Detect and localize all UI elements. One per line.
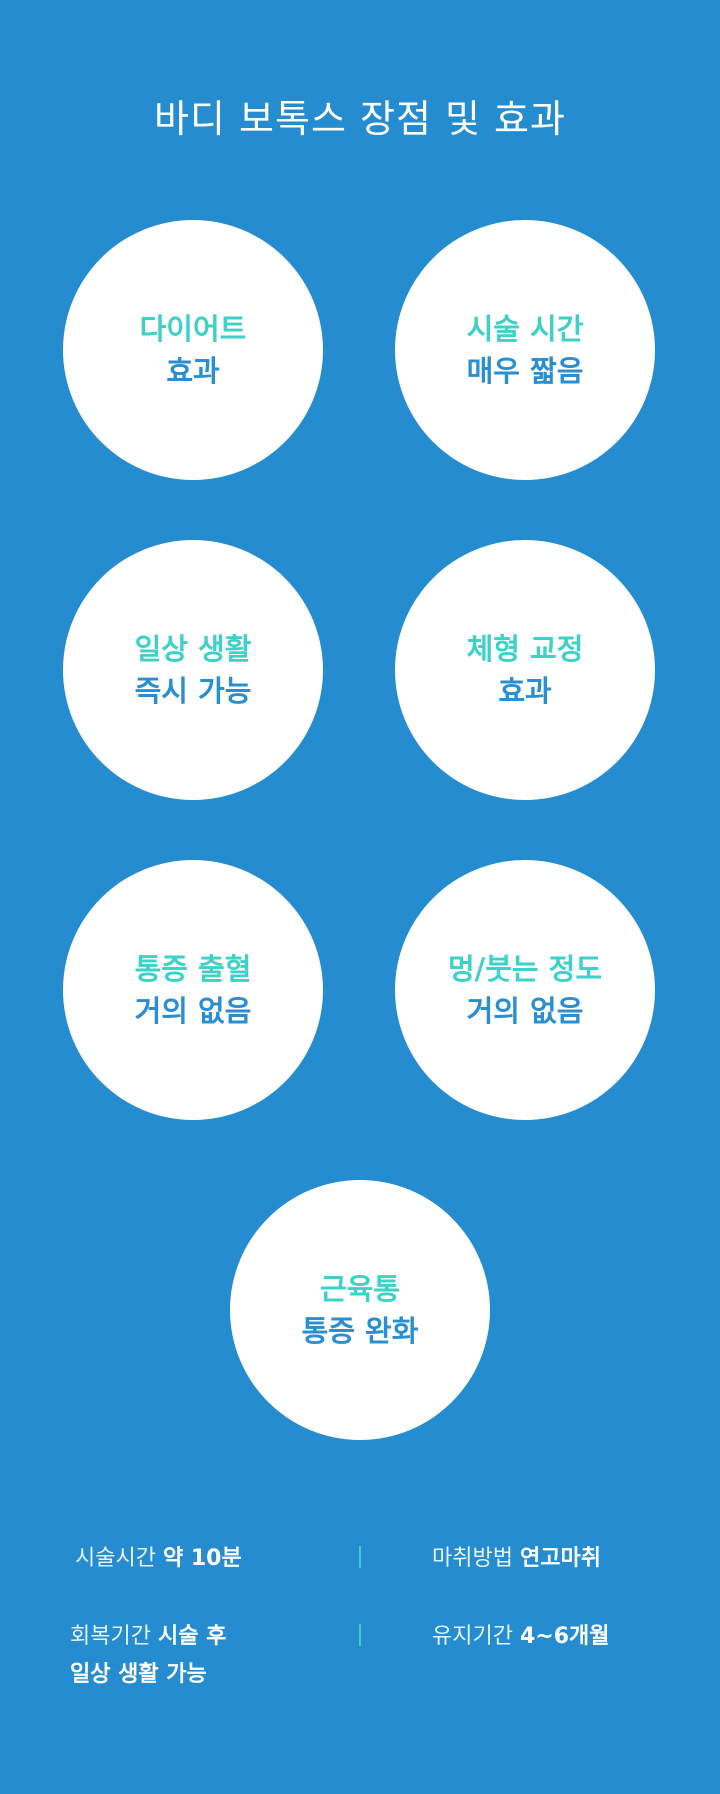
benefit-line1: 다이어트: [139, 312, 247, 346]
info-label: 마취방법: [432, 1546, 513, 1571]
benefit-line2: 효과: [498, 674, 552, 708]
benefit-circle-muscle-pain: 근육통 통증 완화: [230, 1180, 490, 1440]
benefit-line2: 거의 없음: [134, 994, 252, 1028]
benefit-line2: 즉시 가능: [134, 674, 252, 708]
info-value: 연고마취: [519, 1546, 601, 1571]
info-row-1: 시술시간 약 10분 마취방법 연고마취: [0, 1540, 720, 1580]
info-row-2: 회복기간 시술 후 일상 생활 가능 유지기간 4~6개월: [0, 1618, 720, 1698]
benefit-circle-bruising: 멍/붓는 정도 거의 없음: [395, 860, 655, 1120]
info-value: 약 10분: [162, 1546, 242, 1571]
benefit-line2: 효과: [166, 354, 220, 388]
info-duration: 유지기간 4~6개월: [432, 1618, 610, 1656]
benefit-line2: 거의 없음: [466, 994, 584, 1028]
info-value: 4~6개월: [519, 1624, 610, 1649]
benefit-line1: 근육통: [319, 1272, 401, 1306]
info-divider: [359, 1624, 361, 1646]
benefit-circle-daily-life: 일상 생활 즉시 가능: [63, 540, 323, 800]
info-value: 시술 후: [157, 1624, 227, 1649]
info-recovery: 회복기간 시술 후 일상 생활 가능: [70, 1618, 226, 1694]
benefit-line1: 체형 교정: [466, 632, 584, 666]
benefit-circle-body-shape: 체형 교정 효과: [395, 540, 655, 800]
benefit-circle-procedure-time: 시술 시간 매우 짧음: [395, 220, 655, 480]
benefit-line2: 통증 완화: [301, 1314, 419, 1348]
benefit-line1: 멍/붓는 정도: [447, 952, 603, 986]
info-procedure-time: 시술시간 약 10분: [75, 1540, 242, 1578]
benefit-line1: 통증 출혈: [134, 952, 252, 986]
benefit-line1: 시술 시간: [466, 312, 584, 346]
info-anesthesia: 마취방법 연고마취: [432, 1540, 601, 1578]
info-label: 회복기간: [70, 1624, 151, 1649]
benefit-circle-diet: 다이어트 효과: [63, 220, 323, 480]
info-divider: [359, 1546, 361, 1568]
info-value-line2: 일상 생활 가능: [70, 1662, 207, 1687]
benefit-circle-pain-bleeding: 통증 출혈 거의 없음: [63, 860, 323, 1120]
info-label: 유지기간: [432, 1624, 513, 1649]
benefit-line2: 매우 짧음: [466, 354, 584, 388]
page-title: 바디 보톡스 장점 및 효과: [154, 97, 566, 141]
benefit-line1: 일상 생활: [134, 632, 252, 666]
info-label: 시술시간: [75, 1546, 156, 1571]
